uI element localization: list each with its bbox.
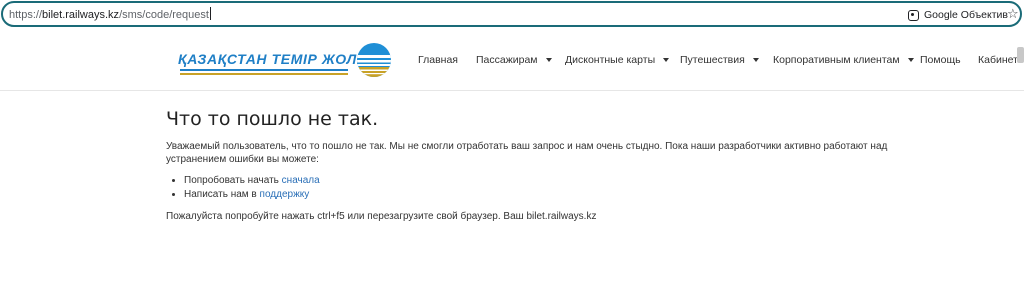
address-bar[interactable]: https://bilet.railways.kz/sms/code/reque… [1,1,1022,27]
nav-item-label: Пассажирам [476,54,538,66]
option-text: Написать нам в [184,188,260,200]
logo[interactable]: ҚАЗАҚСТАН ТЕМІР ЖОЛЫ [178,42,394,78]
nav-item-label: Помощь [920,54,961,66]
error-content: Что то пошло не так. Уважаемый пользоват… [166,108,946,223]
url-path: /sms/code/request [119,9,209,21]
logo-underline-blue [180,69,348,71]
chevron-down-icon [752,58,759,62]
nav-item-corporate[interactable]: Корпоративным клиентам [773,54,914,66]
nav-item-home[interactable]: Главная [418,54,458,66]
lens-icon [908,9,919,21]
url-text[interactable]: https://bilet.railways.kz/sms/code/reque… [9,7,211,22]
site-header: ҚАЗАҚСТАН ТЕМІР ЖОЛЫ Главная Пассажирам [0,29,1024,91]
nav-item-label: Корпоративным клиентам [773,54,900,66]
list-item: Написать нам в поддержку [184,188,946,202]
restart-link[interactable]: сначала [282,175,320,186]
logo-text: ҚАЗАҚСТАН ТЕМІР ЖОЛЫ [178,51,372,67]
browser-toolbar: https://bilet.railways.kz/sms/code/reque… [0,0,1024,29]
nav-item-label: Главная [418,54,458,66]
logo-underline-gold [180,73,348,75]
nav-item-label: Кабинет [978,54,1018,66]
page-scrollbar[interactable] [1017,47,1024,63]
bookmark-star-icon[interactable]: ☆ [1007,6,1019,22]
reload-hint: Пожалуйста попробуйте нажать ctrl+f5 или… [166,211,597,222]
url-scheme: https:// [9,9,43,21]
logo-emblem-icon [357,43,391,77]
chevron-down-icon [907,58,914,62]
error-title: Что то пошло не так. [166,108,379,130]
google-lens-label: Google Объектив [924,9,1008,21]
chevron-down-icon [545,58,552,62]
nav-item-discount-cards[interactable]: Дисконтные карты [565,54,670,66]
nav-item-help[interactable]: Помощь [920,54,961,66]
option-text: Попробовать начать [184,175,282,186]
nav-item-label: Путешествия [680,54,745,66]
chevron-down-icon [663,58,670,62]
error-message: Уважаемый пользователь, что то пошло не … [166,141,888,165]
url-host: bilet.railways.kz [42,9,120,21]
nav-item-travel[interactable]: Путешествия [680,54,759,66]
error-options-list: Попробовать начать сначала Написать нам … [166,174,946,201]
support-link[interactable]: поддержку [260,189,310,200]
list-item: Попробовать начать сначала [184,174,946,188]
nav-item-passengers[interactable]: Пассажирам [476,54,552,66]
nav-item-label: Дисконтные карты [565,54,656,66]
google-lens-button[interactable]: Google Объектив [908,6,1008,24]
text-cursor [209,7,211,20]
